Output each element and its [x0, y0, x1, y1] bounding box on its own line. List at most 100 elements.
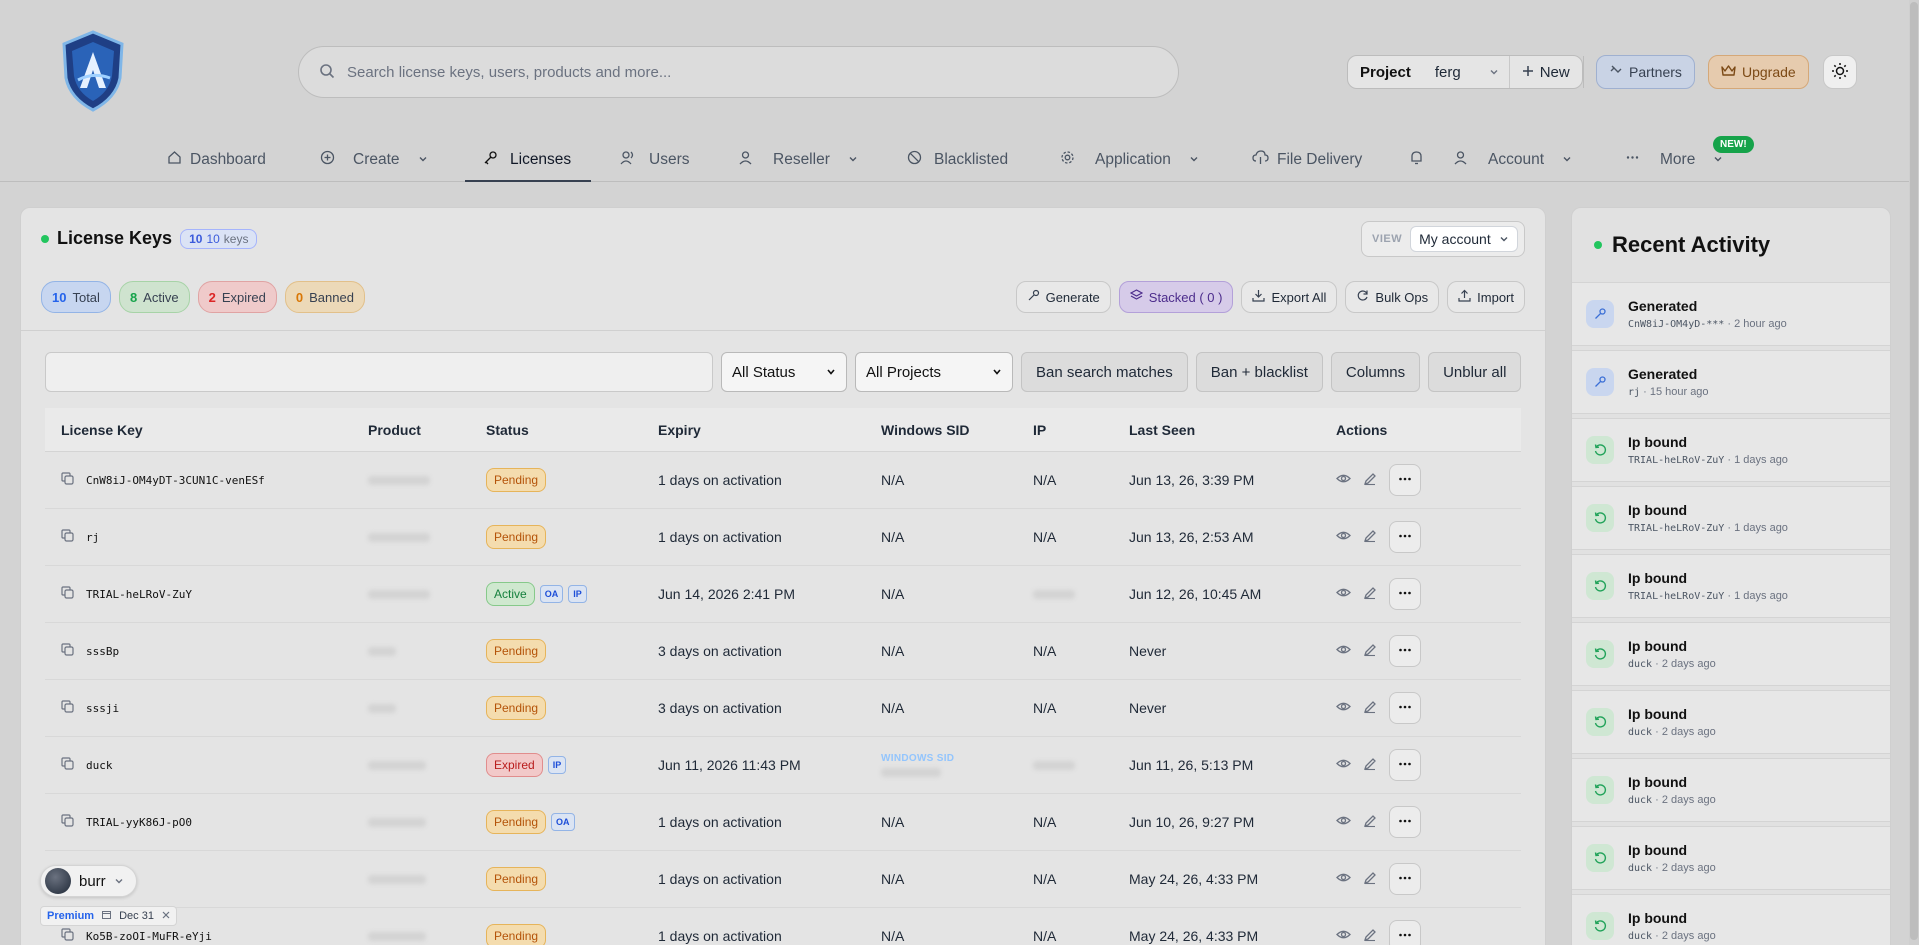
copy-icon[interactable] — [61, 472, 74, 488]
view-icon[interactable] — [1336, 756, 1351, 774]
license-key[interactable]: Ko5B-zoOI-MuFR-eYji — [86, 930, 212, 943]
scrollbar[interactable] — [1909, 0, 1919, 945]
columns-button[interactable]: Columns — [1330, 352, 1421, 392]
activity-item[interactable]: Ip bound TRIAL-heLRoV-ZuY · 1 days ago — [1572, 554, 1890, 618]
col-expiry[interactable]: Expiry — [658, 422, 881, 438]
stat-total[interactable]: 10 Total — [41, 281, 111, 313]
edit-icon[interactable] — [1363, 586, 1377, 603]
blurred-product[interactable] — [368, 476, 430, 485]
stat-active[interactable]: 8 Active — [118, 281, 190, 313]
col-status[interactable]: Status — [486, 422, 658, 438]
app-logo[interactable] — [58, 30, 128, 112]
license-search-input[interactable] — [45, 352, 713, 392]
stat-expired[interactable]: 2 Expired — [197, 281, 277, 313]
edit-icon[interactable] — [1363, 700, 1377, 717]
copy-icon[interactable] — [61, 700, 74, 716]
more-actions-button[interactable] — [1389, 635, 1421, 667]
table-row[interactable]: CnW8iJ-OM4yDT-3CUN1C-venESf Pending 1 days… — [45, 452, 1521, 509]
nav-more[interactable]: More — [1625, 138, 1723, 182]
blurred-product[interactable] — [368, 704, 396, 713]
view-icon[interactable] — [1336, 471, 1351, 489]
nav-file-delivery[interactable]: File Delivery — [1252, 138, 1362, 182]
view-icon[interactable] — [1336, 870, 1351, 888]
edit-icon[interactable] — [1363, 871, 1377, 888]
nav-blacklisted[interactable]: Blacklisted — [907, 138, 1008, 182]
edit-icon[interactable] — [1363, 814, 1377, 831]
nav-reseller[interactable]: Reseller — [738, 138, 858, 182]
blurred-product[interactable] — [368, 818, 426, 827]
new-project-button[interactable]: New — [1510, 56, 1582, 88]
blurred-product[interactable] — [368, 533, 430, 542]
view-icon[interactable] — [1336, 585, 1351, 603]
stacked-button[interactable]: Stacked ( 0 ) — [1118, 281, 1234, 313]
col-windows-sid[interactable]: Windows SID — [881, 422, 1033, 438]
table-row[interactable]: Ko5B-zoOI-MuFR-eYji Pending 1 days on acti… — [45, 908, 1521, 945]
user-menu[interactable]: burr — [40, 865, 137, 897]
activity-item[interactable]: Ip bound duck · 2 days ago — [1572, 826, 1890, 890]
view-select[interactable]: My account — [1410, 226, 1518, 252]
activity-item[interactable]: Ip bound duck · 2 days ago — [1572, 622, 1890, 686]
nav-dashboard[interactable]: Dashboard — [167, 138, 266, 182]
more-actions-button[interactable] — [1389, 578, 1421, 610]
blurred-product[interactable] — [368, 875, 426, 884]
blurred-value[interactable] — [881, 768, 941, 777]
table-row[interactable]: duck Expired IP Jun 11, 2026 11:43 PM WINDOW… — [45, 737, 1521, 794]
close-icon[interactable] — [162, 910, 170, 922]
blurred-product[interactable] — [368, 647, 396, 656]
table-row[interactable]: sssji Pending 3 days on activation N/A N/A Ne… — [45, 680, 1521, 737]
project-filter-select[interactable]: All Projects — [855, 352, 1013, 392]
more-actions-button[interactable] — [1389, 521, 1421, 553]
upgrade-button[interactable]: Upgrade — [1708, 55, 1809, 89]
blurred-product[interactable] — [368, 590, 430, 599]
copy-icon[interactable] — [61, 928, 74, 944]
activity-item[interactable]: Ip bound duck · 2 days ago — [1572, 758, 1890, 822]
status-filter-select[interactable]: All Status — [721, 352, 847, 392]
nav-users[interactable]: Users — [620, 138, 689, 182]
table-row[interactable]: sssBp Pending 3 days on activation N/A N/A Ne… — [45, 623, 1521, 680]
edit-icon[interactable] — [1363, 928, 1377, 945]
more-actions-button[interactable] — [1389, 692, 1421, 724]
col-product[interactable]: Product — [368, 422, 486, 438]
view-icon[interactable] — [1336, 813, 1351, 831]
activity-item[interactable]: Ip bound duck · 2 days ago — [1572, 690, 1890, 754]
unblur-all-button[interactable]: Unblur all — [1428, 352, 1522, 392]
global-search[interactable] — [298, 46, 1179, 98]
more-actions-button[interactable] — [1389, 806, 1421, 838]
copy-icon[interactable] — [61, 529, 74, 545]
search-input[interactable] — [347, 63, 1147, 81]
generate-button[interactable]: Generate — [1015, 281, 1111, 313]
edit-icon[interactable] — [1363, 643, 1377, 660]
edit-icon[interactable] — [1363, 529, 1377, 546]
nav-application[interactable]: Application — [1060, 138, 1199, 182]
copy-icon[interactable] — [61, 586, 74, 602]
activity-item[interactable]: Generated CnW8iJ-OM4yD-*** · 2 hour ago — [1572, 282, 1890, 346]
license-key[interactable]: TRIAL-yyK86J-pO0 — [86, 816, 192, 829]
license-key[interactable]: TRIAL-heLRoV-ZuY — [86, 588, 192, 601]
license-key[interactable]: rj — [86, 531, 99, 544]
col-ip[interactable]: IP — [1033, 422, 1129, 438]
activity-item[interactable]: Generated rj · 15 hour ago — [1572, 350, 1890, 414]
scrollbar-thumb[interactable] — [1910, 2, 1918, 940]
table-row[interactable]: TRIAL-heLRoV-ZuY Active OA IP Jun 14, 2026 2… — [45, 566, 1521, 623]
export-all-button[interactable]: Export All — [1241, 281, 1338, 313]
nav-create[interactable]: Create — [320, 138, 428, 182]
nav-account[interactable]: Account — [1453, 138, 1572, 182]
activity-item[interactable]: Ip bound TRIAL-heLRoV-ZuY · 1 days ago — [1572, 486, 1890, 550]
notifications-bell[interactable] — [1409, 138, 1424, 182]
more-actions-button[interactable] — [1389, 464, 1421, 496]
view-icon[interactable] — [1336, 927, 1351, 945]
more-actions-button[interactable] — [1389, 749, 1421, 781]
blurred-product[interactable] — [368, 932, 426, 941]
blurred-value[interactable] — [1033, 590, 1075, 599]
theme-toggle[interactable] — [1823, 55, 1857, 89]
copy-icon[interactable] — [61, 814, 74, 830]
table-row[interactable]: TRIAL-yyK86J-pO0 Pending OA 1 days on activ… — [45, 794, 1521, 851]
col-last-seen[interactable]: Last Seen — [1129, 422, 1336, 438]
view-icon[interactable] — [1336, 528, 1351, 546]
stat-banned[interactable]: 0 Banned — [284, 281, 365, 313]
col-license-key[interactable]: License Key — [45, 422, 368, 438]
view-icon[interactable] — [1336, 642, 1351, 660]
ban-blacklist-button[interactable]: Ban + blacklist — [1195, 352, 1323, 392]
bulk-ops-button[interactable]: Bulk Ops — [1345, 281, 1440, 313]
edit-icon[interactable] — [1363, 472, 1377, 489]
